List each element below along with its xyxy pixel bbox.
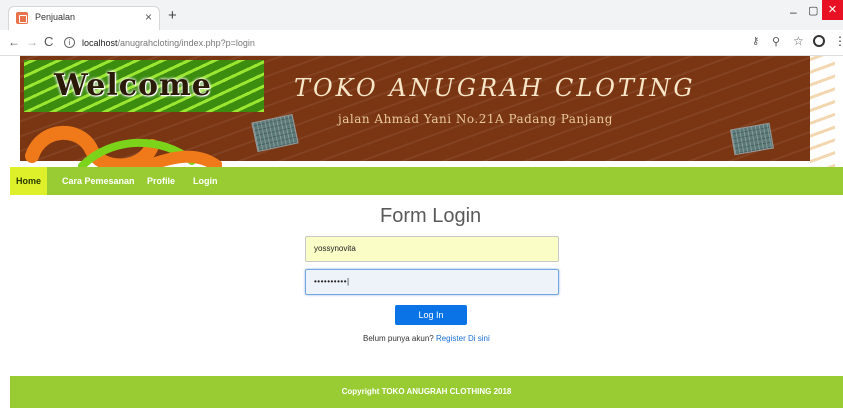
site-info-icon[interactable]: i (64, 37, 75, 48)
register-link[interactable]: Register Di sini (436, 334, 490, 343)
swirl-decoration-icon (25, 125, 222, 167)
url-host: localhost (82, 38, 118, 48)
forward-arrow-icon[interactable]: → (26, 35, 38, 49)
url-field[interactable]: localhost/anugrahcloting/index.php?p=log… (82, 38, 255, 48)
reload-icon[interactable]: C (44, 34, 53, 49)
tab-close-icon[interactable]: × (145, 10, 152, 24)
tab-title: Penjualan (35, 12, 76, 22)
nav-item-cara-pemesanan[interactable]: Cara Pemesanan (62, 167, 135, 195)
username-field[interactable]: yossynovita (305, 236, 559, 262)
welcome-text: Welcome (54, 68, 212, 103)
password-field[interactable]: ••••••••••| (305, 269, 559, 295)
new-tab-button[interactable]: + (168, 7, 177, 24)
window-close-button[interactable]: ✕ (822, 0, 843, 20)
browser-address-bar: ← → C i localhost/anugrahcloting/index.p… (0, 30, 843, 56)
window-maximize-button[interactable]: ▢ (808, 4, 818, 17)
back-arrow-icon[interactable]: ← (8, 35, 20, 49)
banner-stripes (810, 56, 835, 167)
nav-item-login[interactable]: Login (193, 167, 218, 195)
nav-item-profile[interactable]: Profile (147, 167, 175, 195)
page-favicon-icon (16, 12, 28, 24)
store-name: TOKO ANUGRAH CLOTING (294, 74, 696, 102)
account-icon[interactable] (813, 35, 825, 47)
window-minimize-button[interactable]: – (790, 5, 797, 19)
browser-tab[interactable]: Penjualan × (8, 6, 160, 30)
zoom-icon[interactable]: ⚲ (772, 35, 780, 48)
footer-copyright: Copyright TOKO ANUGRAH CLOTHING 2018 (341, 387, 512, 396)
bookmark-star-icon[interactable]: ☆ (793, 34, 804, 48)
login-button[interactable]: Log In (395, 305, 467, 325)
key-icon[interactable]: ⚷ (752, 36, 759, 47)
site-banner: Welcome TOKO ANUGRAH CLOTING jalan Ahmad… (10, 56, 835, 167)
register-prompt-text: Belum punya akun? (363, 334, 434, 343)
nav-item-home[interactable]: Home (10, 167, 48, 195)
browser-menu-icon[interactable]: ⋮ (834, 34, 843, 48)
store-address: jalan Ahmad Yani No.21A Padang Panjang (338, 112, 613, 126)
page-title: Form Login (380, 205, 482, 227)
site-footer: Copyright TOKO ANUGRAH CLOTHING 2018 (10, 376, 843, 408)
register-prompt: Belum punya akun? Register Di sini (363, 334, 490, 343)
browser-tabbar: Penjualan × + – ▢ ✕ (0, 0, 843, 30)
url-path: /anugrahcloting/index.php?p=login (117, 38, 255, 48)
main-nav: Home Cara Pemesanan Profile Login (10, 167, 843, 195)
